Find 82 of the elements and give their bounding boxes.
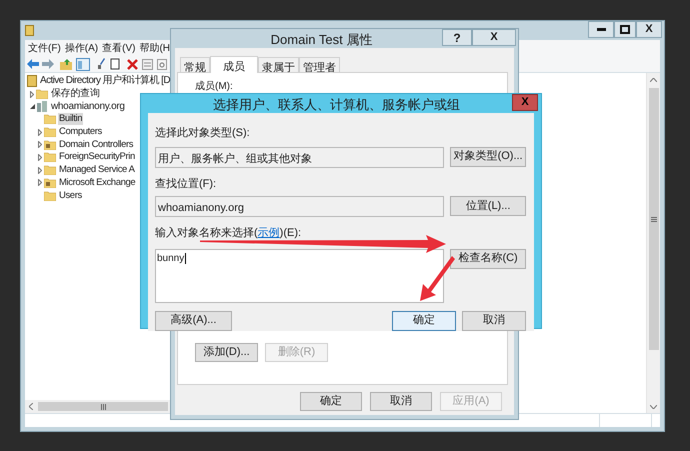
field-label: 选择此对象类型(S): [155,126,251,141]
scroll-up-icon[interactable] [650,78,657,82]
properties-icon[interactable] [142,58,153,70]
scrollbar-thumb[interactable] [648,88,658,350]
grip-icon [100,404,106,410]
tab[interactable]: 管理者 [299,57,340,72]
location-field: whoamianony.org [155,196,444,217]
collapsed-arrow-icon[interactable] [38,128,42,136]
document-icon[interactable] [157,58,167,70]
dialog-button[interactable]: 确定 [300,392,362,411]
arrow [420,256,455,301]
brush-icon[interactable] [97,58,106,70]
folder-icon [44,114,56,124]
tree-item[interactable]: Domain Controllers [58,138,134,151]
tab[interactable]: 隶属于 [258,57,299,72]
advanced-button[interactable]: 高级(A)... [155,310,232,330]
document-icon[interactable] [110,58,120,70]
folder-icon [44,190,56,201]
dialog-button[interactable]: 确定 [392,310,456,330]
book-icon [27,75,37,88]
folder-icon [44,178,56,188]
tree-item[interactable]: whoamianony.org [50,100,126,113]
close-button[interactable]: X [512,94,538,111]
close-button[interactable]: X [472,29,516,46]
tree-item[interactable]: Microsoft Exchange [58,176,136,189]
field-label: 查找位置(F): [155,176,218,192]
location-button[interactable]: 位置(L)... [450,196,526,216]
field-label: 输入对象名称来选择(示例)(E): [155,226,302,241]
collapsed-arrow-icon[interactable] [38,179,42,186]
scroll-left-icon[interactable] [29,403,33,410]
menu-item[interactable]: 操作(A) [64,40,100,56]
menu-item[interactable]: 文件(F) [27,40,62,56]
tree-item[interactable]: Managed Service A [58,164,136,176]
dialog-button[interactable]: 取消 [462,310,526,330]
help-button[interactable]: ? [442,29,472,46]
scrollbar-thumb[interactable] [38,402,168,411]
building-icon [36,101,48,112]
tab[interactable]: 成员 [210,56,258,73]
app-icon [25,25,34,36]
tree-item[interactable]: Users [58,190,83,202]
members-label: 成员(M): [195,81,233,92]
maximize-button[interactable] [614,21,636,38]
folder-icon [36,89,48,100]
vertical-scrollbar[interactable] [646,73,660,413]
folder-icon [44,140,56,150]
forward-arrow-icon[interactable] [42,59,54,69]
tree-item[interactable]: 保存的查询 [50,88,101,100]
menu-item[interactable]: 帮助(H [138,40,172,56]
tree-item[interactable]: Computers [58,126,103,138]
tree-item[interactable]: ForeignSecurityPrin [58,151,136,164]
minimize-icon [596,28,606,31]
tab[interactable]: 常规 [180,57,210,72]
collapsed-arrow-icon[interactable] [38,141,42,148]
dialog-button[interactable]: 取消 [370,392,432,411]
dialog-title: 选择用户、联系人、计算机、服务帐户或组 [212,96,461,114]
object-type-button[interactable]: 对象类型(O)... [450,146,526,166]
collapsed-arrow-icon[interactable] [38,154,42,161]
expanded-arrow-icon[interactable] [30,104,34,110]
scroll-down-icon[interactable] [650,405,657,409]
menu-item[interactable]: 查看(V) [101,40,136,56]
dialog-title: Domain Test 属性 [270,31,374,49]
examples-link[interactable]: 示例 [258,227,280,239]
dialog-button[interactable]: 添加(D)... [195,343,258,362]
maximize-icon [620,25,630,34]
collapsed-arrow-icon[interactable] [30,90,34,98]
object-name-value: bunny [157,252,186,264]
panel-icon[interactable] [76,58,90,70]
minimize-button[interactable] [588,21,614,38]
object-type-field: 用户、服务帐户、组或其他对象 [155,146,444,168]
folder-icon [44,127,56,138]
object-name-field[interactable]: bunny [155,248,444,302]
grip-icon [650,216,656,222]
folder-icon [44,165,56,176]
folder-icon [44,152,56,162]
delete-icon[interactable] [127,58,138,70]
back-arrow-icon[interactable] [27,59,39,69]
check-names-button[interactable]: 检查名称(C) [450,248,526,268]
folder-up-icon[interactable] [60,58,73,70]
tree-item[interactable]: Builtin [58,113,84,126]
close-button[interactable]: X [636,21,662,38]
collapsed-arrow-icon[interactable] [38,166,42,174]
tree-item[interactable]: Active Directory 用户和计算机 [D [39,75,171,88]
